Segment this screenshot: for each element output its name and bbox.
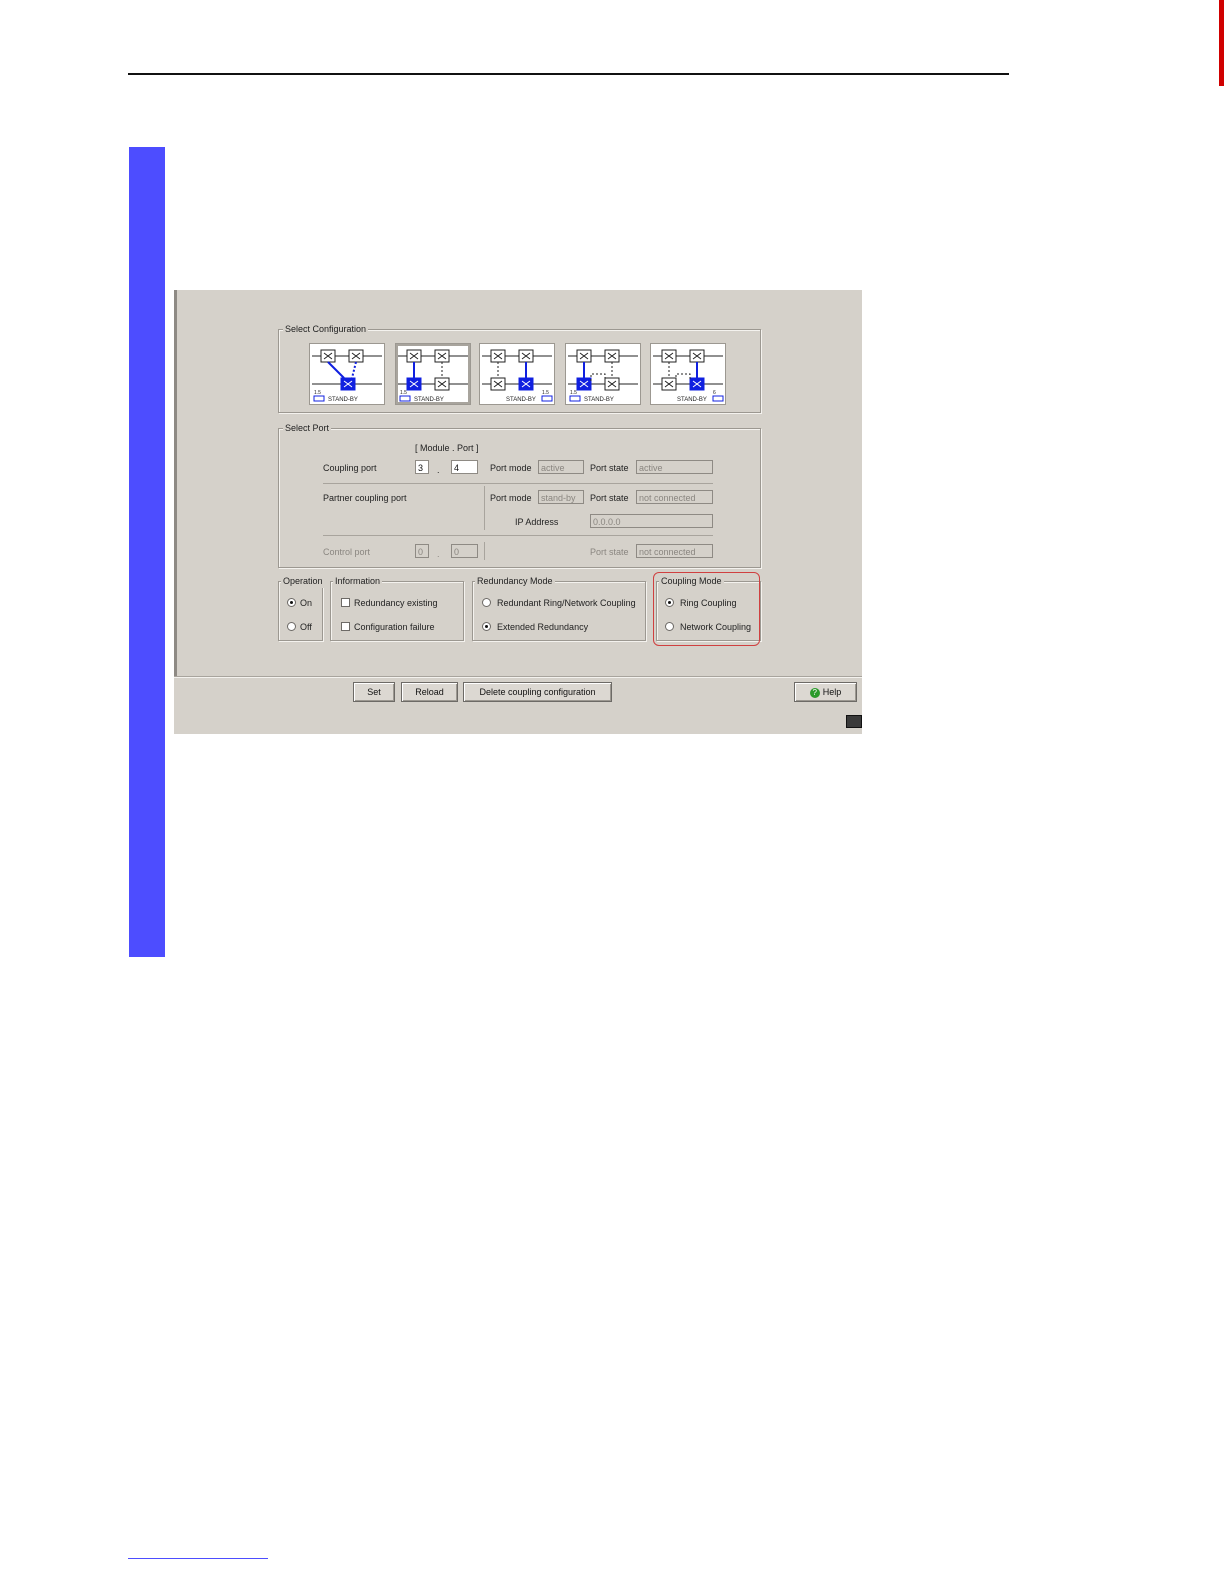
ring-coupling-radio[interactable] (665, 598, 674, 607)
port-badge-label: 1.5 (314, 390, 321, 396)
chapter-sidebar (129, 147, 165, 957)
port-badge-label: 6 (713, 390, 716, 396)
coupling-port-label: Coupling port (323, 463, 377, 473)
configuration-failure-checkbox (341, 622, 350, 631)
network-topology-icon: 1.5 STAND-BY (312, 349, 382, 403)
help-icon: ? (809, 687, 820, 698)
port-badge-label: 1.5 (570, 390, 577, 396)
standby-caption: STAND-BY (328, 397, 358, 403)
network-coupling-radio[interactable] (665, 622, 674, 631)
control-port-state-field: not connected (636, 544, 713, 558)
coupling-port-state-label: Port state (590, 463, 629, 473)
configuration-option-4[interactable]: 1.5 STAND-BY (565, 343, 641, 405)
dialog-left-edge (174, 290, 177, 676)
coupling-port-mode-label: Port mode (490, 463, 532, 473)
delete-coupling-configuration-button[interactable]: Delete coupling configuration (463, 682, 612, 702)
control-module-input: 0 (415, 544, 429, 558)
chapter-tab (1219, 0, 1224, 86)
information-title: Information (333, 574, 383, 588)
port-badge-label: 1.5 (400, 390, 407, 396)
coupling-port-mode-field: active (538, 460, 584, 474)
extended-redundancy-radio[interactable] (482, 622, 491, 631)
module-port-separator: . (437, 465, 440, 475)
network-topology-icon: 6 STAND-BY (653, 349, 724, 403)
ring-coupling-label: Ring Coupling (680, 598, 737, 608)
configuration-option-3[interactable]: 1.5 STAND-BY (479, 343, 555, 405)
module-port-header: [ Module . Port ] (415, 443, 479, 453)
control-port-label: Control port (323, 547, 371, 557)
control-port-input: 0 (451, 544, 478, 558)
ip-address-label: IP Address (515, 517, 559, 527)
set-button[interactable]: Set (353, 682, 395, 702)
coupling-port-input[interactable]: 4 (451, 460, 478, 474)
standby-caption: STAND-BY (677, 397, 707, 403)
partner-port-label: Partner coupling port (323, 493, 407, 503)
select-configuration-title: Select Configuration (283, 322, 369, 336)
operation-title: Operation (281, 574, 325, 588)
footer-rule (128, 1558, 268, 1559)
redundancy-existing-label: Redundancy existing (354, 598, 438, 608)
partner-port-state-label: Port state (590, 493, 629, 503)
coupling-mode-highlight (653, 572, 760, 646)
standby-caption: STAND-BY (506, 397, 536, 403)
help-button-label: Help (822, 687, 842, 697)
configuration-option-5[interactable]: 6 STAND-BY (650, 343, 726, 405)
partner-port-state-field: not connected (636, 490, 713, 504)
header-rule (128, 73, 1009, 75)
standby-caption: STAND-BY (584, 397, 614, 403)
connection-status-icon (846, 715, 862, 728)
coupling-port-state-field: active (636, 460, 713, 474)
redundant-ring-network-coupling-label: Redundant Ring/Network Coupling (497, 598, 636, 608)
operation-off-label: Off (300, 622, 312, 632)
configuration-failure-label: Configuration failure (354, 622, 435, 632)
operation-off-radio[interactable] (287, 622, 296, 631)
port-divider (323, 483, 713, 484)
partner-port-mode-field: stand-by (538, 490, 584, 504)
network-topology-icon: 1.5 STAND-BY (568, 349, 638, 403)
help-button[interactable]: ? Help (794, 682, 857, 702)
standby-caption: STAND-BY (414, 397, 444, 403)
configuration-option-1[interactable]: 1.5 STAND-BY (309, 343, 385, 405)
control-port-state-label: Port state (590, 547, 629, 557)
reload-button[interactable]: Reload (401, 682, 458, 702)
network-topology-icon: 1.5 STAND-BY (398, 349, 468, 403)
configuration-option-2[interactable]: 1.5 STAND-BY (395, 343, 471, 405)
coupling-module-input[interactable]: 3 (415, 460, 429, 474)
network-coupling-label: Network Coupling (680, 622, 752, 632)
operation-on-label: On (300, 598, 313, 608)
network-topology-icon: 1.5 STAND-BY (482, 349, 553, 403)
ip-address-field: 0.0.0.0 (590, 514, 713, 528)
redundant-ring-network-coupling-radio[interactable] (482, 598, 491, 607)
redundancy-mode-title: Redundancy Mode (475, 574, 555, 588)
redundancy-existing-checkbox (341, 598, 350, 607)
partner-port-mode-label: Port mode (490, 493, 532, 503)
operation-on-radio[interactable] (287, 598, 296, 607)
select-port-title: Select Port (283, 421, 332, 435)
extended-redundancy-label: Extended Redundancy (497, 622, 589, 632)
port-badge-label: 1.5 (542, 390, 549, 396)
